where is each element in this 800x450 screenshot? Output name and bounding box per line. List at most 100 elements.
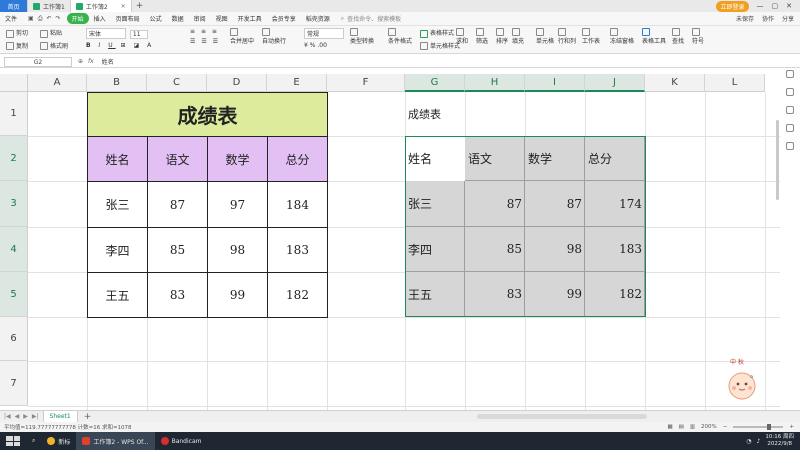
menu-docer[interactable]: 稻壳资源: [301, 14, 335, 23]
zoom-slider[interactable]: [733, 424, 784, 430]
decimal-icon[interactable]: .00: [317, 42, 327, 49]
fx-icon[interactable]: fx: [88, 58, 94, 65]
zoom-icon[interactable]: ⊕: [78, 58, 83, 65]
symbol-button[interactable]: 符号: [692, 28, 704, 45]
row-header-7[interactable]: 7: [0, 361, 28, 406]
number-format-select[interactable]: 常规: [304, 28, 344, 39]
column-header-d[interactable]: D: [207, 74, 267, 92]
column-header-b[interactable]: B: [87, 74, 147, 92]
table-tools-button[interactable]: 表格工具: [642, 28, 666, 45]
align-top-icon[interactable]: ≡: [190, 28, 197, 35]
currency-icon[interactable]: ¥: [304, 42, 308, 49]
menu-file[interactable]: 文件: [0, 14, 22, 23]
settings-icon[interactable]: [786, 124, 794, 132]
left-cell[interactable]: 97: [207, 181, 268, 228]
align-center-icon[interactable]: ☰: [201, 38, 208, 45]
menu-page-layout[interactable]: 页面布局: [111, 14, 145, 23]
column-header-l[interactable]: L: [705, 74, 765, 92]
zoom-level[interactable]: 200%: [701, 424, 717, 430]
align-middle-icon[interactable]: ≡: [201, 28, 208, 35]
menu-start[interactable]: 开始: [66, 13, 89, 24]
view-page-icon[interactable]: ▥: [690, 424, 695, 430]
name-box[interactable]: G2: [4, 56, 72, 67]
sum-button[interactable]: 求和: [456, 28, 468, 45]
left-cell[interactable]: 98: [207, 227, 268, 273]
fill-button[interactable]: 填充: [512, 28, 524, 45]
right-cell[interactable]: 98: [525, 227, 585, 272]
right-header-chinese[interactable]: 语文: [465, 136, 525, 181]
cut-button[interactable]: 剪切: [6, 28, 28, 38]
filter-button[interactable]: 筛选: [476, 28, 488, 45]
worksheet-button[interactable]: 工作表: [582, 28, 600, 45]
paste-button[interactable]: 粘贴: [40, 28, 68, 38]
login-button[interactable]: 立即登录: [716, 0, 749, 12]
cell-style-button[interactable]: 单元格样式: [420, 41, 460, 50]
menu-view[interactable]: 视图: [211, 14, 233, 23]
left-header-math[interactable]: 数学: [207, 136, 268, 182]
bold-icon[interactable]: B: [86, 42, 94, 49]
formula-input[interactable]: 姓名: [100, 57, 114, 66]
left-header-total[interactable]: 总分: [267, 136, 328, 182]
align-bottom-icon[interactable]: ≡: [212, 28, 219, 35]
freeze-button[interactable]: 冻结窗格: [610, 28, 634, 45]
column-header-h[interactable]: H: [465, 74, 525, 92]
right-cell[interactable]: 87: [465, 181, 525, 227]
right-cell[interactable]: 182: [585, 272, 645, 317]
row-header-4[interactable]: 4: [0, 227, 28, 272]
print-icon[interactable]: ⎙: [38, 15, 43, 23]
merge-button[interactable]: 合并居中: [230, 28, 254, 45]
menu-data[interactable]: 数据: [167, 14, 189, 23]
right-header-name[interactable]: 姓名: [405, 136, 465, 181]
left-header-name[interactable]: 姓名: [87, 136, 148, 182]
left-cell[interactable]: 182: [267, 272, 328, 318]
right-table-title[interactable]: 成绩表: [405, 92, 465, 136]
font-size-select[interactable]: 11: [129, 30, 148, 39]
close-icon[interactable]: ✕: [121, 3, 126, 10]
font-color-icon[interactable]: A: [147, 42, 154, 49]
left-cell[interactable]: 85: [147, 227, 208, 273]
network-icon[interactable]: ◔: [746, 438, 751, 445]
wrap-button[interactable]: 自动换行: [262, 28, 286, 45]
maximize-icon[interactable]: ▢: [772, 2, 779, 10]
sheet-tab-sheet1[interactable]: Sheet1: [42, 410, 78, 423]
type-convert-button[interactable]: 类型转换: [350, 28, 374, 45]
column-header-f[interactable]: F: [327, 74, 405, 92]
add-sheet-button[interactable]: +: [78, 412, 98, 422]
cell-button[interactable]: 单元格: [536, 28, 554, 45]
layers-icon[interactable]: [786, 106, 794, 114]
column-header-j[interactable]: J: [585, 74, 645, 92]
cursor-icon[interactable]: [786, 70, 794, 78]
unsaved-status[interactable]: 未保存: [736, 14, 754, 23]
left-cell[interactable]: 83: [147, 272, 208, 318]
view-layout-icon[interactable]: ▤: [679, 424, 684, 430]
volume-icon[interactable]: ♪: [757, 438, 761, 445]
border-icon[interactable]: ⊞: [121, 42, 129, 49]
taskbar-wps[interactable]: 工作簿2 - WPS Of...: [76, 432, 155, 450]
redo-icon[interactable]: ↷: [56, 15, 61, 23]
collaborate-button[interactable]: 协作: [762, 14, 774, 23]
percent-icon[interactable]: %: [310, 42, 316, 49]
cond-format-button[interactable]: 条件格式: [388, 28, 412, 45]
taskbar-search-icon[interactable]: ⌕: [26, 432, 41, 450]
row-header-3[interactable]: 3: [0, 181, 28, 227]
menu-insert[interactable]: 插入: [89, 14, 111, 23]
shapes-icon[interactable]: [786, 88, 794, 96]
minimize-icon[interactable]: —: [757, 2, 764, 10]
left-cell[interactable]: 李四: [87, 227, 148, 273]
left-cell[interactable]: 183: [267, 227, 328, 273]
left-cell[interactable]: 99: [207, 272, 268, 318]
select-all-corner[interactable]: [0, 74, 28, 92]
table-style-button[interactable]: 表格样式: [420, 28, 460, 38]
column-header-k[interactable]: K: [645, 74, 705, 92]
vertical-scrollbar[interactable]: [776, 120, 779, 200]
italic-icon[interactable]: I: [99, 42, 104, 49]
find-button[interactable]: 查找: [672, 28, 684, 45]
align-right-icon[interactable]: ☰: [213, 38, 220, 45]
last-sheet-icon[interactable]: ▶|: [32, 413, 39, 420]
windows-start-icon[interactable]: [6, 436, 20, 446]
left-cell[interactable]: 87: [147, 181, 208, 228]
first-sheet-icon[interactable]: |◀: [4, 413, 11, 420]
row-header-6[interactable]: 6: [0, 317, 28, 361]
view-normal-icon[interactable]: ▦: [667, 424, 672, 430]
tab-home[interactable]: 首页: [0, 0, 28, 12]
